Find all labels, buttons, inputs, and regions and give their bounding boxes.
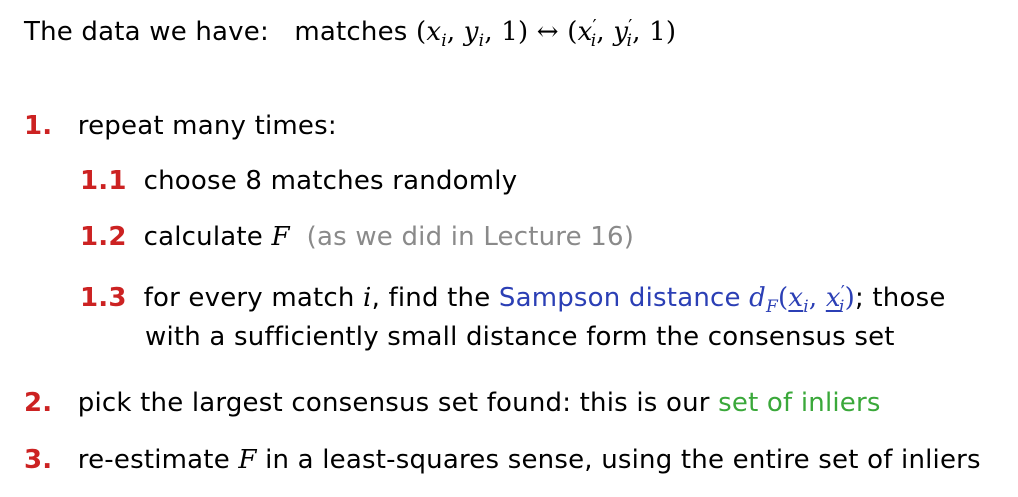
step-3-var-F: F xyxy=(238,445,257,475)
step-3-number: 3. xyxy=(24,445,53,475)
match-arrow: ↔ xyxy=(536,17,559,47)
header-matches-word: matches xyxy=(294,17,408,47)
step-1: 1. repeat many times: xyxy=(24,110,337,142)
step-1-3: 1.3 for every match i, find the Sampson … xyxy=(80,277,946,323)
step-1-text: repeat many times: xyxy=(77,111,337,141)
step-1-3-var-i: i xyxy=(363,283,372,313)
step-3-text-a: re-estimate xyxy=(77,445,230,475)
step-1-1: 1.1 choose 8 matches randomly xyxy=(80,165,517,197)
step-1-3-text-c: ; those xyxy=(854,283,946,313)
step-3: 3. re-estimate F in a least-squares sens… xyxy=(24,444,981,476)
step-1-3-continuation: with a sufficiently small distance form … xyxy=(145,321,895,353)
step-1-1-number: 1.1 xyxy=(80,166,127,196)
step-1-2-number: 1.2 xyxy=(80,222,127,252)
set-of-inliers-term: set of inliers xyxy=(718,388,881,418)
step-1-3-text-b: , find the xyxy=(371,283,491,313)
step-1-2-note: (as we did in Lecture 16) xyxy=(306,222,635,252)
step-1-2-var-F: F xyxy=(271,222,290,252)
step-1-2-text: calculate xyxy=(143,222,263,252)
step-2-number: 2. xyxy=(24,388,53,418)
step-1-number: 1. xyxy=(24,111,53,141)
header-lead: The data we have: xyxy=(24,17,269,47)
sampson-distance-formula: dF(xi, x′i) xyxy=(749,282,855,317)
step-3-text-b: in a least-squares sense, using the enti… xyxy=(265,445,981,475)
step-1-3-number: 1.3 xyxy=(80,283,127,313)
step-1-2: 1.2 calculate F (as we did in Lecture 16… xyxy=(80,221,634,253)
step-2-text: pick the largest consensus set found: th… xyxy=(77,388,710,418)
match-tuple-left: (xi, yi, 1) xyxy=(415,17,529,51)
step-1-1-text: choose 8 matches randomly xyxy=(143,166,518,196)
match-tuple-right: (x′i, y′i, 1) xyxy=(567,16,677,51)
step-1-3-line2: with a sufficiently small distance form … xyxy=(145,322,895,352)
sampson-distance-term: Sampson distance xyxy=(498,283,741,313)
step-2: 2. pick the largest consensus set found:… xyxy=(24,387,881,419)
header-line: The data we have: matches (xi, yi, 1) ↔ … xyxy=(24,11,676,57)
step-1-3-text-a: for every match xyxy=(143,283,355,313)
